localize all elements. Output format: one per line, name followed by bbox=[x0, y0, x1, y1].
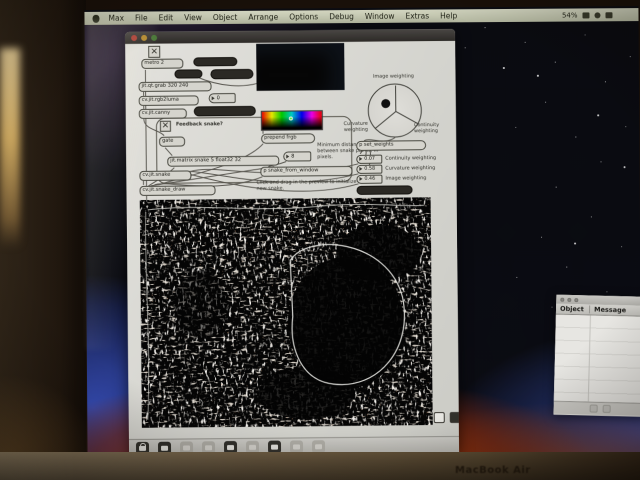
metro-object[interactable]: metro 2 bbox=[141, 58, 184, 69]
help-icon[interactable] bbox=[311, 439, 326, 453]
message-box-dark[interactable] bbox=[193, 57, 238, 67]
console-column-message[interactable]: Message bbox=[590, 305, 626, 315]
metro-toggle[interactable]: × bbox=[148, 45, 161, 58]
rgb2luma-object[interactable]: cv.jit.rgb2luma bbox=[138, 95, 199, 106]
edit-square[interactable] bbox=[449, 411, 459, 423]
rgb2luma-numberbox[interactable]: 0 bbox=[208, 93, 236, 104]
continuity-label: Continuity weighting bbox=[385, 155, 437, 162]
max-console-window: Object Message bbox=[553, 294, 640, 417]
curvature-label: Curvature weighting bbox=[385, 165, 436, 172]
snake-from-window-subpatch[interactable]: p snake_from_window bbox=[260, 165, 353, 177]
menu-view[interactable]: View bbox=[184, 13, 202, 22]
menu-debug[interactable]: Debug bbox=[329, 12, 354, 21]
qt-grab-object[interactable]: jit.qt.grab 320 240 bbox=[138, 81, 212, 92]
image-weight-label: Image weighting bbox=[385, 175, 427, 182]
message-box-dark[interactable] bbox=[174, 69, 203, 79]
min-distance-value: 8 bbox=[291, 152, 295, 159]
image-weight-numberbox[interactable]: 0.46 bbox=[356, 174, 383, 184]
console-footer-icon[interactable] bbox=[589, 404, 598, 413]
feedback-toggle[interactable]: × bbox=[159, 120, 171, 132]
message-box-dark[interactable] bbox=[210, 68, 254, 80]
battery-percentage[interactable]: 54% bbox=[562, 11, 578, 19]
console-footer bbox=[553, 400, 640, 416]
zoom-button[interactable] bbox=[151, 34, 158, 41]
continuity-value: 0.07 bbox=[364, 156, 375, 162]
cv-jit-snake-draw-object[interactable]: cv.jit.snake_draw bbox=[139, 185, 216, 196]
menu-options[interactable]: Options bbox=[289, 12, 318, 21]
patcher-canvas[interactable]: × metro 2 jit.qt.grab 320 240 cv.jit.rgb… bbox=[125, 40, 459, 440]
close-button[interactable] bbox=[131, 34, 138, 42]
apple-logo-icon[interactable] bbox=[92, 14, 100, 23]
laptop-brand-text: MacBook Air bbox=[455, 465, 531, 476]
camera-preview-pwindow[interactable] bbox=[256, 42, 345, 91]
menu-extras[interactable]: Extras bbox=[405, 12, 429, 21]
console-zoom-button[interactable] bbox=[574, 297, 579, 302]
menu-max[interactable]: Max bbox=[108, 14, 124, 23]
menu-file[interactable]: File bbox=[135, 13, 148, 22]
menu-status-area: 54% bbox=[562, 8, 613, 21]
dial-label-image: Image weighting bbox=[372, 73, 414, 80]
curvature-value: 0.58 bbox=[364, 166, 376, 172]
message-box-dark[interactable] bbox=[193, 105, 256, 117]
color-swatch[interactable] bbox=[260, 110, 323, 131]
minimize-button[interactable] bbox=[141, 34, 148, 41]
feedback-comment: Feedback snake? bbox=[175, 121, 223, 128]
menu-help[interactable]: Help bbox=[440, 11, 457, 20]
rgb2luma-value: 0 bbox=[216, 94, 220, 101]
room-light-reflection bbox=[0, 48, 20, 248]
clock-icon[interactable] bbox=[605, 11, 613, 18]
prepend-frgb-message[interactable]: prepend frgb bbox=[261, 133, 316, 144]
set-weights-subpatch[interactable]: p set_weights bbox=[356, 140, 427, 151]
message-box-dark[interactable] bbox=[356, 185, 413, 195]
jit-matrix-object[interactable]: jit.matrix snake 5 float32 32 bbox=[167, 155, 280, 167]
patcher-window: × metro 2 jit.qt.grab 320 240 cv.jit.rgb… bbox=[125, 28, 460, 457]
console-footer-icon[interactable] bbox=[602, 404, 611, 414]
click-drag-comment: Click and drag in the preview to initial… bbox=[256, 178, 362, 192]
console-close-button[interactable] bbox=[560, 297, 565, 302]
battery-icon[interactable] bbox=[582, 11, 590, 18]
dial-label-continuity: Continuity weighting bbox=[413, 122, 440, 135]
console-column-object[interactable]: Object bbox=[555, 304, 591, 314]
menu-arrange[interactable]: Arrange bbox=[248, 13, 278, 22]
console-column-divider bbox=[587, 315, 591, 402]
cv-jit-snake-object[interactable]: cv.jit.snake bbox=[139, 170, 192, 181]
console-minimize-button[interactable] bbox=[567, 297, 572, 302]
min-distance-numberbox[interactable]: 8 bbox=[283, 151, 312, 162]
swatch-marker bbox=[288, 116, 293, 121]
continuity-numberbox[interactable]: 0.07 bbox=[356, 154, 383, 164]
image-weight-value: 0.46 bbox=[364, 176, 376, 182]
volume-icon[interactable] bbox=[594, 11, 601, 18]
console-rows[interactable] bbox=[553, 314, 640, 403]
curvature-numberbox[interactable]: 0.58 bbox=[356, 164, 383, 174]
dial-label-curvature: Curvature weighting bbox=[343, 120, 369, 133]
menu-edit[interactable]: Edit bbox=[159, 13, 174, 22]
gate-object[interactable]: gate bbox=[159, 136, 186, 147]
menu-window[interactable]: Window bbox=[365, 12, 395, 21]
menu-object[interactable]: Object bbox=[213, 13, 237, 22]
laptop-bezel: MacBook Air bbox=[0, 452, 640, 480]
edge-preview-window[interactable] bbox=[139, 197, 433, 428]
dial-handle[interactable] bbox=[381, 99, 391, 109]
canny-object[interactable]: cv.jit.canny bbox=[138, 108, 187, 119]
laptop-screen: Max File Edit View Object Arrange Option… bbox=[84, 6, 640, 460]
presentation-square[interactable] bbox=[433, 412, 445, 424]
